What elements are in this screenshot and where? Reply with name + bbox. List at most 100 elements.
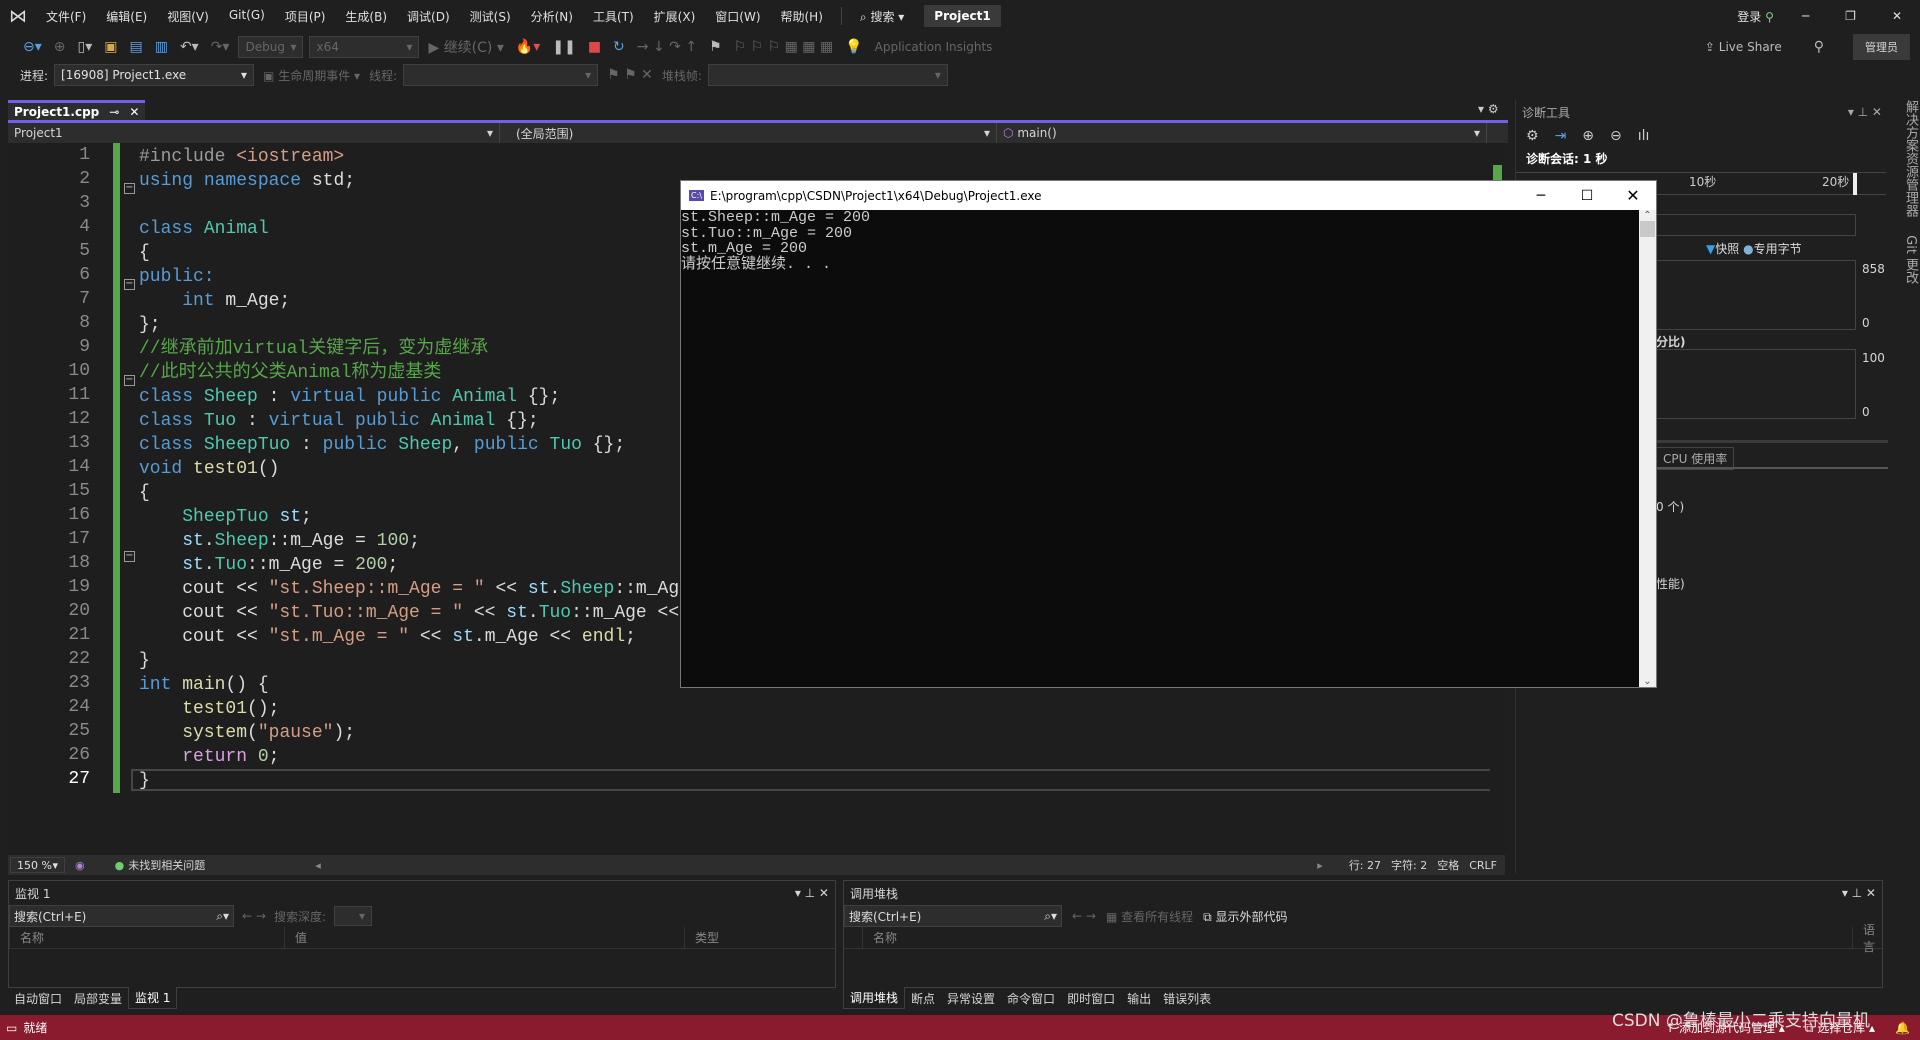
- live-share-button[interactable]: ⇪ Live Share: [1702, 40, 1785, 54]
- scope-dropdown[interactable]: (全局范围) ▾: [500, 123, 997, 143]
- member-dropdown[interactable]: ⬡ main() ▾: [997, 123, 1487, 143]
- scroll-left-icon[interactable]: ◂: [315, 859, 321, 872]
- redo-icon[interactable]: ↷▾: [208, 39, 233, 55]
- close-window-button[interactable]: ✕: [1874, 9, 1920, 23]
- tab-project1-cpp[interactable]: Project1.cpp ⊸ ✕: [8, 100, 146, 120]
- timeline-cursor[interactable]: [1853, 173, 1857, 195]
- bookmark-icon[interactable]: ⚑: [706, 39, 725, 55]
- hot-reload-icon[interactable]: 🔥▾: [513, 39, 543, 55]
- callstack-search-input[interactable]: 搜索(Ctrl+E) ⌕▾: [844, 905, 1062, 927]
- code-line[interactable]: system("pause");: [139, 721, 787, 745]
- notifications-bell-icon[interactable]: 🔔: [1895, 1021, 1910, 1035]
- menu-item[interactable]: 调试(D): [397, 8, 460, 25]
- open-icon[interactable]: ▣: [101, 39, 120, 55]
- chart-icon[interactable]: ılı: [1638, 128, 1650, 144]
- step-over-icon[interactable]: → ↓ ↷ ↑: [634, 39, 700, 55]
- eol-indicator[interactable]: CRLF: [1469, 859, 1497, 872]
- bottom-tab[interactable]: 调用堆栈: [843, 987, 906, 1009]
- pin-icon[interactable]: ⊸: [109, 105, 119, 119]
- view-all-threads-button[interactable]: ▦ 查看所有线程: [1106, 908, 1193, 925]
- issues-status[interactable]: 未找到相关问题: [128, 857, 205, 873]
- new-project-icon[interactable]: ▯▾: [75, 39, 96, 55]
- bottom-tab[interactable]: 监视 1: [128, 987, 178, 1009]
- settings-icon[interactable]: ⚙: [1526, 128, 1539, 144]
- whitespace-indicator[interactable]: 空格: [1437, 857, 1459, 873]
- save-all-icon[interactable]: ▥: [152, 39, 171, 55]
- menu-item[interactable]: 窗口(W): [705, 8, 770, 25]
- summary-row[interactable]: 0 个): [1656, 498, 1684, 515]
- fold-toggle-icon[interactable]: −: [124, 375, 135, 386]
- code-line[interactable]: }: [139, 769, 787, 793]
- menu-item[interactable]: Git(G): [219, 8, 275, 25]
- menu-item[interactable]: 分析(N): [521, 8, 583, 25]
- menu-item[interactable]: 扩展(X): [644, 8, 706, 25]
- panel-controls-icons[interactable]: ▾ ⊥ ✕: [795, 886, 829, 900]
- application-insights-button[interactable]: Application Insights: [872, 40, 996, 54]
- undo-icon[interactable]: ↶▾: [177, 39, 202, 55]
- zoom-select[interactable]: 150 % ▾: [10, 857, 65, 873]
- console-title-bar[interactable]: C:\ E:\program\cpp\CSDN\Project1\x64\Deb…: [681, 181, 1656, 210]
- menu-item[interactable]: 帮助(H): [771, 8, 833, 25]
- configuration-select[interactable]: Debug ▾: [238, 36, 304, 58]
- thread-select[interactable]: ▾: [403, 64, 599, 86]
- bottom-tab[interactable]: 输出: [1121, 987, 1157, 1009]
- scroll-down-icon[interactable]: ⌄: [1639, 676, 1656, 687]
- bottom-tab[interactable]: 断点: [905, 987, 941, 1009]
- scroll-up-icon[interactable]: ⌃: [1639, 210, 1656, 221]
- bottom-tab[interactable]: 即时窗口: [1061, 987, 1121, 1009]
- export-icon[interactable]: ⇥: [1555, 128, 1567, 144]
- signin-button[interactable]: 登录 ⚲: [1727, 8, 1784, 25]
- fold-toggle-icon[interactable]: −: [124, 279, 135, 290]
- stackframe-select[interactable]: ▾: [707, 64, 948, 86]
- save-icon[interactable]: ▤: [126, 39, 145, 55]
- continue-button[interactable]: ▶ 继续(C) ▾: [425, 37, 506, 57]
- console-scrollbar[interactable]: ⌃ ⌄: [1639, 210, 1656, 687]
- menu-item[interactable]: 文件(F): [36, 8, 96, 25]
- summary-row[interactable]: 性能): [1656, 575, 1685, 592]
- pause-icon[interactable]: ❚❚: [549, 39, 578, 55]
- bookmark-nav-icons[interactable]: ⚐ ⚐ ⚐ ▦ ▦ ▦: [731, 39, 837, 55]
- bottom-tab[interactable]: 局部变量: [68, 987, 128, 1009]
- flag-icons[interactable]: ⚑ ⚑ ✕: [604, 67, 656, 83]
- panel-controls-icons[interactable]: ▾ ⊥ ✕: [1842, 886, 1876, 900]
- search-depth-select[interactable]: ▾: [333, 906, 372, 926]
- feedback-icon[interactable]: ⚲: [1811, 39, 1827, 55]
- menu-item[interactable]: 生成(B): [335, 8, 397, 25]
- tab-solution-explorer[interactable]: 解决方案资源管理器: [1903, 100, 1918, 217]
- process-select[interactable]: [16908] Project1.exe ▾: [54, 64, 255, 86]
- fold-toggle-icon[interactable]: −: [124, 183, 135, 194]
- restart-icon[interactable]: ↻: [610, 39, 628, 55]
- search-menu[interactable]: ⌕ 搜索 ▾: [850, 8, 914, 25]
- panel-controls-icons[interactable]: ▾ ⊥ ✕: [1848, 105, 1882, 119]
- fold-toggle-icon[interactable]: −: [124, 551, 135, 562]
- menu-item[interactable]: 视图(V): [157, 8, 219, 25]
- bottom-tab[interactable]: 错误列表: [1157, 987, 1217, 1009]
- close-tab-icon[interactable]: ✕: [129, 105, 139, 119]
- stop-icon[interactable]: ■: [585, 39, 604, 55]
- tab-git-changes[interactable]: Git 更改: [1903, 235, 1918, 284]
- code-line[interactable]: return 0;: [139, 745, 787, 769]
- bottom-tab[interactable]: 命令窗口: [1001, 987, 1061, 1009]
- bottom-tab[interactable]: 自动窗口: [8, 987, 68, 1009]
- menu-item[interactable]: 项目(P): [275, 8, 336, 25]
- bottom-tab[interactable]: 异常设置: [941, 987, 1001, 1009]
- menu-item[interactable]: 编辑(E): [96, 8, 157, 25]
- tab-overflow-icons[interactable]: ▾ ⚙: [1478, 102, 1499, 116]
- scroll-right-icon[interactable]: ▸: [1317, 859, 1323, 872]
- console-maximize-button[interactable]: ☐: [1564, 188, 1610, 204]
- notification-icon[interactable]: ▭: [6, 1021, 17, 1035]
- minimize-button[interactable]: ─: [1784, 9, 1827, 23]
- nav-arrows-icon[interactable]: ← →: [1072, 909, 1096, 923]
- lifecycle-events-button[interactable]: ▣ 生命周期事件 ▾: [260, 67, 363, 84]
- console-minimize-button[interactable]: ─: [1518, 188, 1564, 204]
- console-close-button[interactable]: ✕: [1610, 186, 1656, 205]
- back-icon[interactable]: ⊖▾: [20, 39, 45, 55]
- project-dropdown[interactable]: Project1 ▾: [8, 123, 500, 143]
- nav-arrows-icon[interactable]: ← →: [242, 909, 266, 923]
- forward-icon[interactable]: ⊕: [51, 39, 69, 55]
- show-external-code-button[interactable]: ⧉ 显示外部代码: [1203, 908, 1287, 925]
- console-scroll-thumb[interactable]: [1640, 221, 1655, 237]
- zoom-in-icon[interactable]: ⊕: [1582, 128, 1594, 144]
- watch-search-input[interactable]: 搜索(Ctrl+E) ⌕▾: [9, 905, 234, 927]
- restore-button[interactable]: ❐: [1827, 9, 1874, 23]
